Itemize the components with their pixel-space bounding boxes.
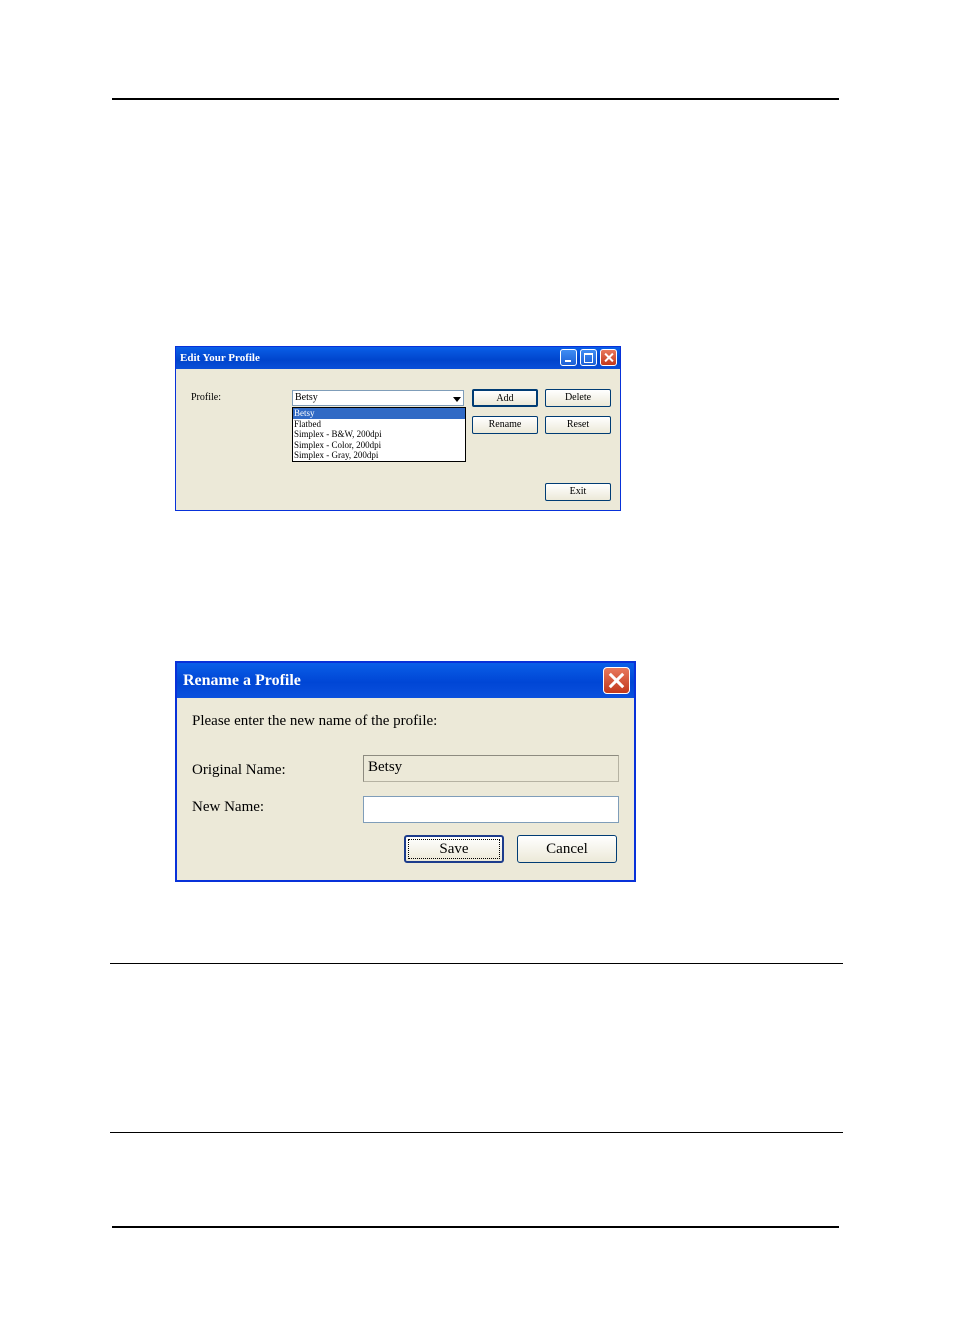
- save-button-label: Save: [408, 838, 500, 859]
- footer-rule: [112, 1226, 839, 1228]
- profile-option[interactable]: Flatbed: [293, 419, 465, 430]
- new-name-input[interactable]: [363, 796, 619, 823]
- original-name-label: Original Name:: [192, 762, 286, 778]
- profile-option[interactable]: Betsy: [293, 408, 465, 419]
- edit-profile-titlebar: Edit Your Profile: [176, 347, 620, 369]
- rename-button[interactable]: Rename: [472, 416, 538, 434]
- add-button[interactable]: Add: [472, 389, 538, 407]
- close-icon[interactable]: [600, 349, 617, 366]
- exit-button[interactable]: Exit: [545, 483, 611, 501]
- section-rule-top: [110, 963, 843, 964]
- dialog-title: Rename a Profile: [183, 672, 301, 689]
- profile-select[interactable]: Betsy: [292, 390, 464, 406]
- delete-button[interactable]: Delete: [545, 389, 611, 407]
- profile-dropdown-list: Betsy Flatbed Simplex - B&W, 200dpi Simp…: [292, 407, 466, 462]
- original-name-field: Betsy: [363, 755, 619, 782]
- edit-profile-dialog: Edit Your Profile Profile: Betsy Betsy F…: [175, 346, 621, 511]
- rename-prompt: Please enter the new name of the profile…: [192, 713, 438, 729]
- cancel-button[interactable]: Cancel: [517, 835, 617, 863]
- rename-profile-dialog: Rename a Profile Please enter the new na…: [175, 661, 636, 882]
- close-icon[interactable]: [603, 667, 630, 694]
- maximize-icon[interactable]: [580, 349, 597, 366]
- reset-button[interactable]: Reset: [545, 416, 611, 434]
- new-name-label: New Name:: [192, 799, 265, 815]
- save-button[interactable]: Save: [404, 835, 504, 863]
- profile-label: Profile:: [191, 392, 221, 403]
- header-rule: [112, 98, 839, 100]
- minimize-icon[interactable]: [560, 349, 577, 366]
- profile-option[interactable]: Simplex - Color, 200dpi: [293, 440, 465, 451]
- profile-option[interactable]: Simplex - Gray, 200dpi: [293, 450, 465, 461]
- section-rule-bottom: [110, 1132, 843, 1133]
- original-name-value: Betsy: [368, 759, 403, 775]
- profile-option[interactable]: Simplex - B&W, 200dpi: [293, 429, 465, 440]
- profile-select-value: Betsy: [295, 392, 318, 403]
- chevron-down-icon[interactable]: [453, 397, 461, 402]
- dialog-title: Edit Your Profile: [180, 352, 260, 364]
- rename-profile-titlebar: Rename a Profile: [177, 663, 634, 698]
